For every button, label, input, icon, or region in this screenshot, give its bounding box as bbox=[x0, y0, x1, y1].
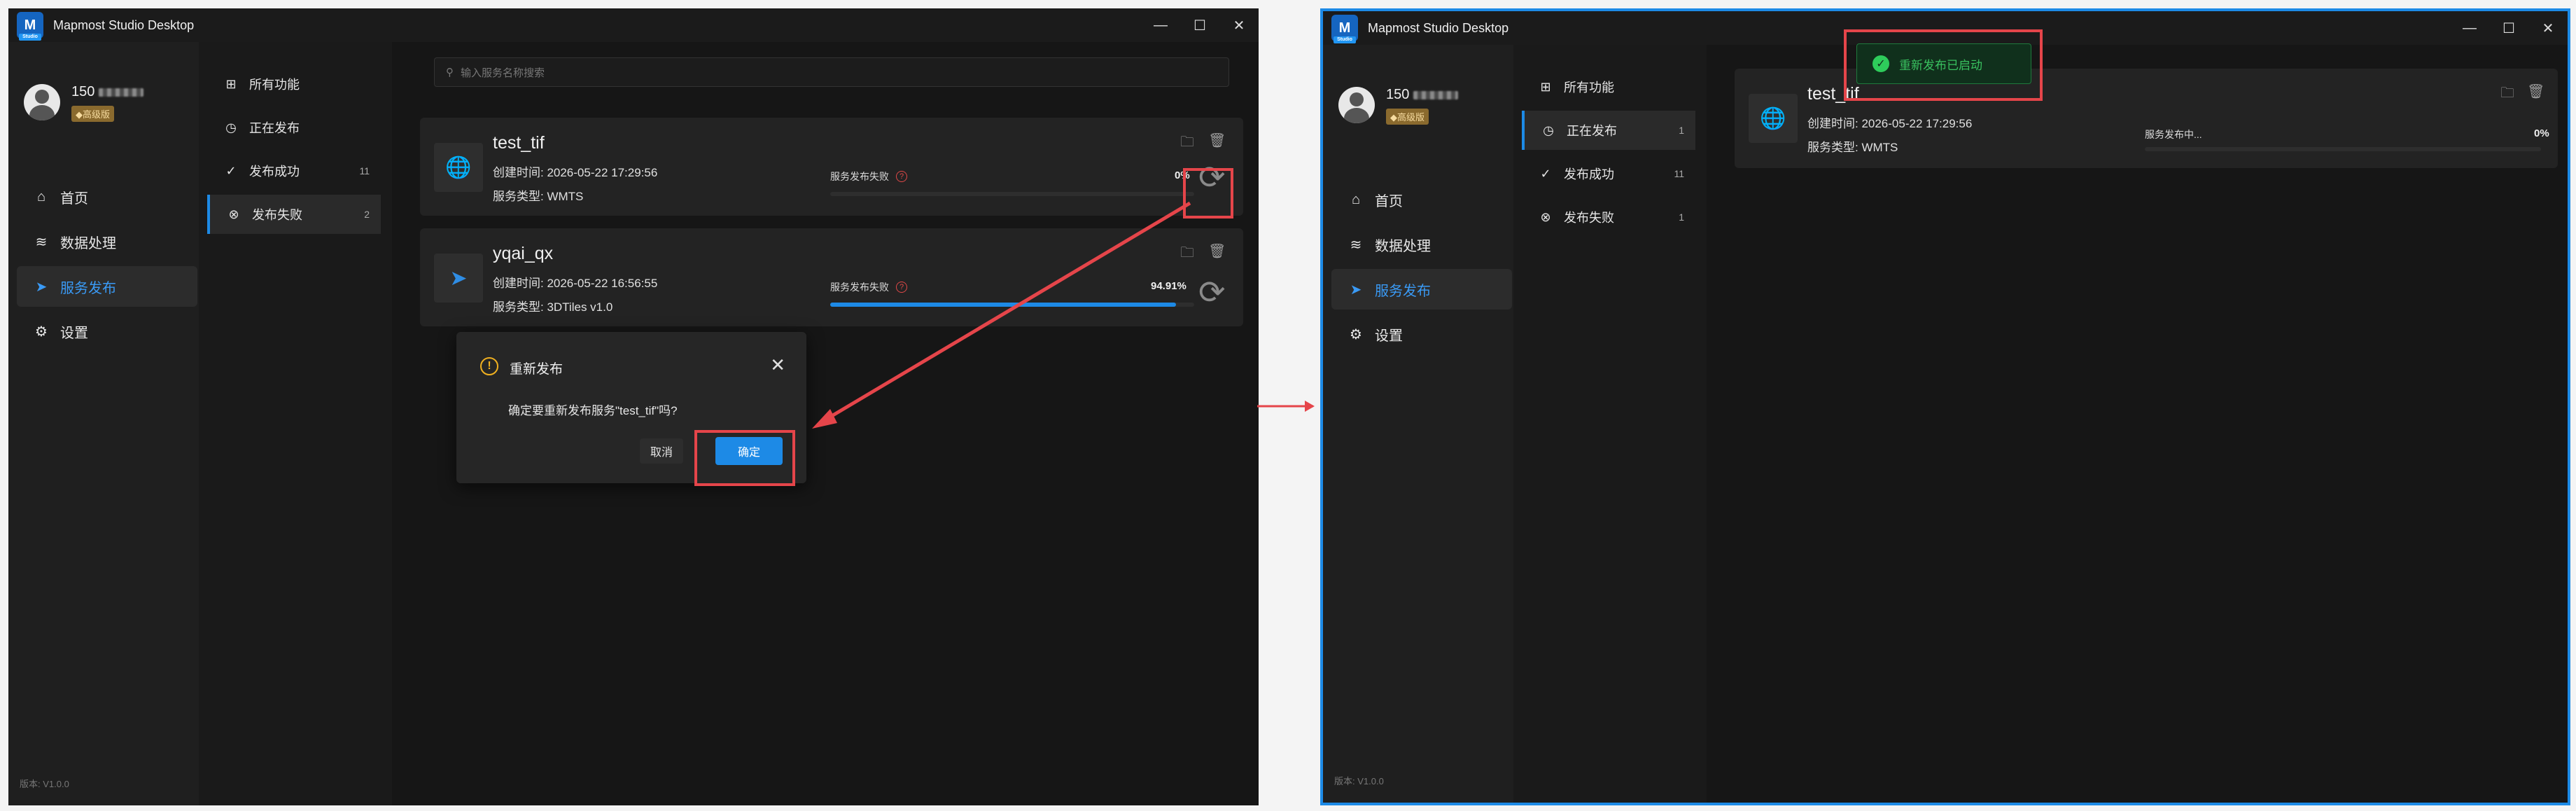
send-icon: ➤ bbox=[1350, 282, 1362, 298]
progress-percent: 0% bbox=[2534, 127, 2549, 139]
subnav-publish-failed[interactable]: ⊗ 发布失败 1 bbox=[1522, 197, 1695, 237]
plan-badge: ◆高级版 bbox=[1386, 109, 1429, 125]
home-icon: ⌂ bbox=[1351, 191, 1361, 207]
main-nav: ⌂ 首页 ≋ 数据处理 ➤ 服务发布 ⚙ 设置 bbox=[1331, 179, 1513, 359]
globe-icon: 🌐 bbox=[1749, 94, 1798, 143]
clock-icon: ◷ bbox=[1543, 123, 1554, 137]
grid-icon: ⊞ bbox=[1540, 79, 1551, 94]
sidebar: 150 ◆高级版 ⌂ 首页 ≋ 数据处理 ➤ 服务发布 ⚙ 设置 版本: V1.0.0 bbox=[1323, 45, 1513, 803]
count-badge: 1 bbox=[1679, 125, 1684, 136]
count-badge: 1 bbox=[1679, 212, 1684, 223]
folder-icon[interactable]: 🗀 bbox=[2500, 83, 2514, 106]
app-logo: M Studio bbox=[1331, 15, 1358, 43]
count-badge: 11 bbox=[1674, 168, 1684, 179]
subnav-all-functions[interactable]: ⊞ 所有功能 bbox=[1522, 67, 1695, 106]
service-type: 服务类型: WMTS bbox=[1807, 141, 1898, 154]
publish-status: 服务发布中... bbox=[2145, 129, 2202, 140]
sub-nav: ⊞ 所有功能 ◷ 正在发布 1 ✓ 发布成功 11 ⊗ 发布失败 1 bbox=[1513, 45, 1707, 803]
nav-item-settings[interactable]: ⚙ 设置 bbox=[1331, 314, 1512, 354]
main-content: 🌐 test_tif 创建时间: 2026-05-22 17:29:56 服务类… bbox=[1707, 29, 2568, 803]
service-name: test_tif bbox=[1807, 84, 1859, 104]
title-bar: M Studio Mapmost Studio Desktop — ☐ ✕ bbox=[1323, 11, 2568, 45]
x-circle-icon: ⊗ bbox=[1540, 209, 1551, 224]
success-toast: ✓ 重新发布已启动 bbox=[1856, 43, 2031, 84]
progress-bar bbox=[2145, 147, 2541, 151]
avatar[interactable] bbox=[1338, 87, 1375, 123]
gear-icon: ⚙ bbox=[1350, 326, 1362, 342]
toast-message: 重新发布已启动 bbox=[1899, 58, 1982, 72]
user-profile: 150 ◆高级版 bbox=[1338, 87, 1459, 125]
maximize-icon[interactable]: ☐ bbox=[2489, 11, 2528, 45]
app-window-after: M Studio Mapmost Studio Desktop — ☐ ✕ 150… bbox=[1320, 8, 2570, 805]
trash-icon[interactable]: 🗑 bbox=[2527, 83, 2544, 100]
nav-item-data-processing[interactable]: ≋ 数据处理 bbox=[1331, 224, 1512, 265]
close-icon[interactable]: ✕ bbox=[2528, 11, 2568, 45]
check-icon: ✓ bbox=[1872, 55, 1889, 72]
minimize-icon[interactable]: — bbox=[2450, 11, 2489, 45]
check-circle-icon: ✓ bbox=[1540, 166, 1551, 181]
subnav-publish-success[interactable]: ✓ 发布成功 11 bbox=[1522, 154, 1695, 193]
app-title: Mapmost Studio Desktop bbox=[1368, 20, 1509, 35]
version-label: 版本: V1.0.0 bbox=[1334, 776, 1384, 786]
nav-item-home[interactable]: ⌂ 首页 bbox=[1331, 179, 1512, 220]
nav-item-service-publish[interactable]: ➤ 服务发布 bbox=[1331, 269, 1512, 310]
username: 150 bbox=[1386, 87, 1410, 102]
database-icon: ≋ bbox=[1350, 237, 1362, 253]
created-time: 创建时间: 2026-05-22 17:29:56 bbox=[1807, 117, 1973, 130]
subnav-publishing[interactable]: ◷ 正在发布 1 bbox=[1522, 111, 1695, 150]
